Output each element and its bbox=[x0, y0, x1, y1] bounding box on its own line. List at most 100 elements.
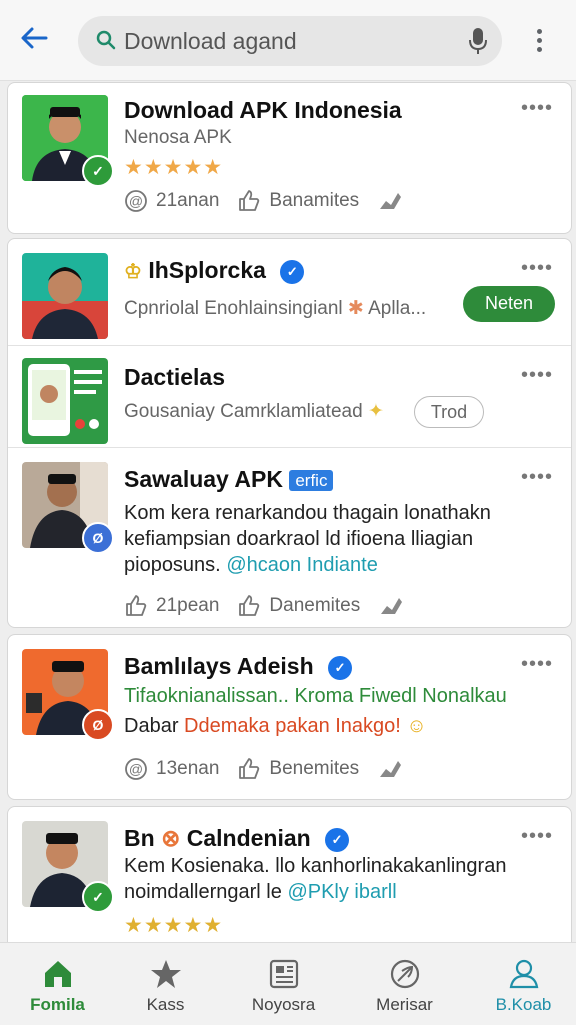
verified-icon: ✓ bbox=[325, 827, 350, 852]
list-item: ♔ IhSplorcka ✓ •••• Cpnriolal Enohlainsi… bbox=[8, 239, 571, 345]
star-icon: ✱ bbox=[347, 298, 369, 319]
post-actions: @ 21anan Banamites bbox=[124, 189, 403, 213]
like-action[interactable]: Danemites bbox=[237, 594, 360, 618]
comment-count: 21anan bbox=[156, 190, 220, 211]
post-title[interactable]: Bamlılays Adeish ✓ bbox=[124, 653, 353, 680]
post-actions: 21pean Danemites bbox=[124, 594, 404, 618]
search-query[interactable]: Download agand bbox=[124, 28, 297, 55]
mention-link[interactable]: @PKly ibarll bbox=[287, 881, 396, 903]
like-action[interactable]: Banamites bbox=[237, 189, 359, 213]
post-title[interactable]: Download APK Indonesia bbox=[124, 97, 402, 124]
nav-label: B.Koab bbox=[495, 995, 552, 1014]
post-title[interactable]: Bn ⊗ Calndenian ✓ bbox=[124, 825, 350, 852]
comment-action[interactable]: @ 21anan bbox=[124, 189, 219, 213]
more-options-icon[interactable]: •••• bbox=[521, 653, 553, 676]
mention-link[interactable]: @hcaon Indiante bbox=[226, 554, 378, 576]
thumbs-up-icon bbox=[239, 595, 260, 616]
post-title-text: Sawaluay APK bbox=[124, 466, 283, 492]
trod-button[interactable]: Trod bbox=[414, 396, 484, 428]
share-icon[interactable] bbox=[377, 757, 403, 781]
news-icon bbox=[269, 959, 298, 989]
post-text-line: kefiampsian doarkraol ld ifioena lliagia… bbox=[124, 528, 474, 550]
post-title[interactable]: Dactielas bbox=[124, 364, 225, 391]
microphone-icon[interactable] bbox=[468, 27, 488, 55]
comment-action[interactable]: @ 13enan bbox=[124, 757, 219, 781]
nav-label: Merisar bbox=[376, 995, 433, 1014]
home-icon bbox=[44, 961, 71, 987]
like-label: Banamites bbox=[269, 190, 360, 211]
list-item: Ø Sawaluay APK erfic •••• Kom kera renar… bbox=[8, 448, 571, 626]
nav-label: Noyosra bbox=[251, 995, 316, 1014]
badge-x-icon: ⊗ bbox=[161, 825, 181, 851]
post-subtitle: Nenosa APK bbox=[124, 127, 232, 148]
post-text-plain: Dabar bbox=[124, 715, 179, 737]
post-actions: @ 13enan Benemites bbox=[124, 757, 403, 781]
svg-text:@: @ bbox=[129, 193, 143, 209]
back-arrow-icon[interactable] bbox=[14, 22, 54, 58]
post-title[interactable]: ♔ IhSplorcka ✓ bbox=[124, 257, 305, 284]
nav-item-news[interactable]: Noyosra bbox=[226, 943, 341, 1025]
overflow-menu-icon[interactable] bbox=[526, 26, 552, 56]
follow-button[interactable]: Neten bbox=[463, 286, 555, 322]
post-title[interactable]: Sawaluay APK erfic bbox=[124, 466, 334, 493]
more-options-icon[interactable]: •••• bbox=[521, 364, 553, 387]
reply-count: 21pean bbox=[156, 595, 220, 616]
at-icon: @ bbox=[125, 758, 147, 780]
post-text: Kem Kosienaka. llo kanhorlinakakanlingra… bbox=[124, 853, 506, 905]
like-action[interactable]: Benemites bbox=[237, 757, 359, 781]
app-thumbnail[interactable] bbox=[22, 253, 108, 339]
like-label: Benemites bbox=[269, 758, 360, 779]
post-card: Ø Bamlılays Adeish ✓ •••• Tifaoknianalis… bbox=[7, 634, 572, 800]
post-subtitle-text: Cpnriolal Enohlainsingianl bbox=[124, 298, 343, 319]
post-text-line: pioposuns. @hcaon Indiante bbox=[124, 552, 491, 578]
more-options-icon[interactable]: •••• bbox=[521, 466, 553, 489]
nav-item-profile[interactable]: B.Koab bbox=[466, 943, 576, 1025]
post-title-text: IhSplorcka bbox=[148, 257, 266, 283]
rating-stars: ★★★★★ bbox=[124, 156, 224, 179]
app-thumbnail[interactable]: Ø bbox=[22, 649, 114, 741]
more-options-icon[interactable]: •••• bbox=[521, 825, 553, 848]
post-text-plain: pioposuns. bbox=[124, 554, 221, 576]
verified-icon: ✓ bbox=[328, 655, 353, 680]
top-app-bar: Download agand bbox=[0, 0, 576, 81]
status-badge-icon: Ø bbox=[82, 709, 114, 741]
app-thumbnail[interactable]: ✓ bbox=[22, 821, 114, 913]
comment-count: 13enan bbox=[156, 758, 220, 779]
post-subtitle: Gousaniay Camrklamliatead ✦ bbox=[124, 400, 384, 423]
share-icon[interactable] bbox=[378, 594, 404, 618]
post-text-line: noimdallerngarl le @PKly ibarll bbox=[124, 879, 506, 905]
app-thumbnail[interactable] bbox=[22, 358, 108, 444]
more-options-icon[interactable]: •••• bbox=[521, 97, 553, 120]
reply-icon bbox=[126, 595, 147, 616]
search-icon bbox=[96, 30, 116, 50]
nav-item-kass[interactable]: Kass bbox=[108, 943, 223, 1025]
post-text-plain: noimdallerngarl le bbox=[124, 881, 282, 903]
star-icon bbox=[150, 960, 181, 988]
post-text-highlight: Ddemaka pakan Inakgo! bbox=[184, 715, 401, 737]
crown-icon: ♔ bbox=[124, 261, 142, 283]
search-bar[interactable]: Download agand bbox=[78, 16, 502, 66]
install-badge-icon: ✓ bbox=[82, 881, 114, 913]
smiley-icon: ☺ bbox=[406, 715, 427, 737]
post-text: Kom kera renarkandou thagain lonathakn k… bbox=[124, 500, 491, 578]
post-text-line: Dabar Ddemaka pakan Inakgo! ☺ bbox=[124, 713, 507, 739]
nav-item-merisar[interactable]: Merisar bbox=[347, 943, 462, 1025]
sparkle-icon: ✦ bbox=[367, 401, 384, 422]
nav-label: Fomila bbox=[30, 995, 85, 1014]
app-thumbnail[interactable]: ✓ bbox=[22, 95, 114, 187]
at-icon: @ bbox=[125, 190, 147, 212]
bottom-navigation: Fomila Kass Noyosra Merisar B.Koab bbox=[0, 942, 576, 1025]
post-text-line: Tifaoknianalissan.. Kroma Fiwedl Nonalka… bbox=[124, 685, 507, 707]
share-icon[interactable] bbox=[377, 189, 403, 213]
post-card: ✓ Download APK Indonesia •••• Nenosa APK… bbox=[7, 82, 572, 234]
more-options-icon[interactable]: •••• bbox=[521, 257, 553, 280]
nav-label: Kass bbox=[146, 995, 185, 1014]
post-tag: erfic bbox=[289, 469, 334, 491]
reply-action[interactable]: 21pean bbox=[124, 594, 219, 618]
like-label: Danemites bbox=[269, 595, 361, 616]
app-thumbnail[interactable]: Ø bbox=[22, 462, 114, 554]
nav-item-home[interactable]: Fomila bbox=[0, 943, 115, 1025]
post-text-line: Kem Kosienaka. llo kanhorlinakakanlingra… bbox=[124, 855, 507, 877]
verified-icon: ✓ bbox=[280, 259, 305, 284]
thumbs-up-icon bbox=[239, 190, 260, 211]
